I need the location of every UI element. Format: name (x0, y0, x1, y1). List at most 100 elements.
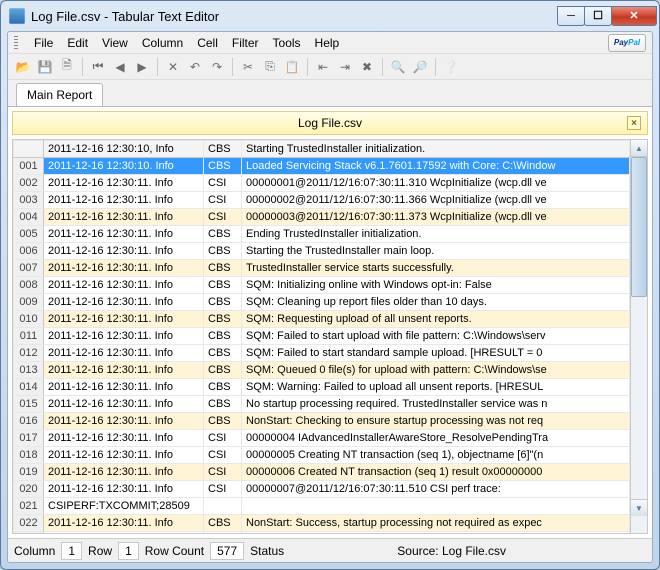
cell-timestamp[interactable]: 2011-12-16 12:30:11. Info (44, 532, 204, 534)
save-icon[interactable]: 💾 (36, 58, 54, 76)
cell-message[interactable]: 00000005 Creating NT transaction (seq 1)… (242, 447, 630, 464)
cell-timestamp[interactable]: CSIPERF:TXCOMMIT;28509 (44, 498, 204, 515)
cell-message[interactable]: Loaded Servicing Stack v6.1.7601.17592 w… (242, 158, 630, 175)
cell-source[interactable]: CSI (204, 447, 242, 464)
row-number[interactable]: 017 (14, 430, 44, 447)
cell-source[interactable]: CBS (204, 311, 242, 328)
cell-timestamp[interactable]: 2011-12-16 12:30:11. Info (44, 430, 204, 447)
cell-message[interactable]: 00000002@2011/12/16:07:30:11.366 WcpInit… (242, 192, 630, 209)
zoom-in-icon[interactable]: 🔍 (389, 58, 407, 76)
row-number[interactable]: 020 (14, 481, 44, 498)
row-number[interactable]: 012 (14, 345, 44, 362)
table-row[interactable]: 0042011-12-16 12:30:11. InfoCSI00000003@… (14, 209, 630, 226)
redo-icon[interactable]: ↷ (208, 58, 226, 76)
cell-source[interactable]: CBS (204, 243, 242, 260)
cell-timestamp[interactable]: 2011-12-16 12:30:11. Info (44, 413, 204, 430)
header-col-1[interactable]: 2011-12-16 12:30:10, Info (44, 141, 204, 158)
cell-source[interactable]: CBS (204, 396, 242, 413)
cell-source[interactable]: CSI (204, 464, 242, 481)
table-row[interactable]: 0072011-12-16 12:30:11. InfoCBSTrustedIn… (14, 260, 630, 277)
cell-source[interactable]: CBS (204, 328, 242, 345)
menu-cell[interactable]: Cell (197, 36, 218, 50)
cell-message[interactable]: SQM: Initializing online with Windows op… (242, 277, 630, 294)
col-del-icon[interactable]: ✖ (358, 58, 376, 76)
table-row[interactable]: 021CSIPERF:TXCOMMIT;28509 (14, 498, 630, 515)
cell-timestamp[interactable]: 2011-12-16 12:30:11. Info (44, 345, 204, 362)
close-button[interactable]: ✕ (611, 6, 657, 26)
cell-message[interactable]: 00000003@2011/12/16:07:30:11.373 WcpInit… (242, 209, 630, 226)
row-number[interactable]: 019 (14, 464, 44, 481)
table-row[interactable]: 0012011-12-16 12:30:10. InfoCBSLoaded Se… (14, 158, 630, 175)
cell-source[interactable]: CSI (204, 175, 242, 192)
cell-source[interactable]: CBS (204, 413, 242, 430)
cell-timestamp[interactable]: 2011-12-16 12:30:11. Info (44, 260, 204, 277)
cell-source[interactable]: CBS (204, 345, 242, 362)
row-number[interactable]: 018 (14, 447, 44, 464)
col-right-icon[interactable]: ⇥ (336, 58, 354, 76)
paypal-button[interactable]: PayPal (608, 34, 646, 52)
menu-view[interactable]: View (102, 36, 128, 50)
row-number[interactable]: 023 (14, 532, 44, 534)
save-all-icon[interactable]: 🗎 (58, 58, 76, 76)
cell-timestamp[interactable]: 2011-12-16 12:30:11. Info (44, 226, 204, 243)
cell-timestamp[interactable]: 2011-12-16 12:30:11. Info (44, 175, 204, 192)
cell-source[interactable]: CBS (204, 532, 242, 534)
cell-message[interactable]: SQM: Queued 0 file(s) for upload with pa… (242, 362, 630, 379)
cell-message[interactable]: Starting the TrustedInstaller main loop. (242, 243, 630, 260)
cell-source[interactable]: CBS (204, 515, 242, 532)
first-icon[interactable]: ⏮ (89, 58, 107, 76)
col-left-icon[interactable]: ⇤ (314, 58, 332, 76)
row-number[interactable]: 013 (14, 362, 44, 379)
cell-message[interactable]: 00000007@2011/12/16:07:30:11.510 CSI per… (242, 481, 630, 498)
row-number[interactable]: 005 (14, 226, 44, 243)
cell-source[interactable]: CBS (204, 379, 242, 396)
table-row[interactable]: 0232011-12-16 12:30:11. InfoCBSStartup p… (14, 532, 630, 534)
table-row[interactable]: 0202011-12-16 12:30:11. InfoCSI00000007@… (14, 481, 630, 498)
minimize-button[interactable]: ─ (557, 6, 585, 26)
prev-icon[interactable]: ◀ (111, 58, 129, 76)
vscroll-thumb[interactable] (631, 157, 647, 297)
row-number[interactable]: 001 (14, 158, 44, 175)
cell-timestamp[interactable]: 2011-12-16 12:30:11. Info (44, 328, 204, 345)
maximize-button[interactable]: ☐ (584, 6, 612, 26)
cell-message[interactable]: SQM: Warning: Failed to upload all unsen… (242, 379, 630, 396)
cell-timestamp[interactable]: 2011-12-16 12:30:11. Info (44, 277, 204, 294)
table-row[interactable]: 0182011-12-16 12:30:11. InfoCSI00000005 … (14, 447, 630, 464)
table-row[interactable]: 0132011-12-16 12:30:11. InfoCBSSQM: Queu… (14, 362, 630, 379)
cell-timestamp[interactable]: 2011-12-16 12:30:11. Info (44, 362, 204, 379)
vscroll-down[interactable]: ▼ (631, 499, 647, 516)
row-number[interactable]: 022 (14, 515, 44, 532)
row-number[interactable]: 011 (14, 328, 44, 345)
menu-tools[interactable]: Tools (273, 36, 301, 50)
cell-timestamp[interactable]: 2011-12-16 12:30:11. Info (44, 294, 204, 311)
cell-timestamp[interactable]: 2011-12-16 12:30:11. Info (44, 209, 204, 226)
row-number[interactable]: 007 (14, 260, 44, 277)
cell-timestamp[interactable]: 2011-12-16 12:30:11. Info (44, 396, 204, 413)
cell-timestamp[interactable]: 2011-12-16 12:30:11. Info (44, 515, 204, 532)
menu-file[interactable]: File (34, 36, 53, 50)
row-number[interactable]: 014 (14, 379, 44, 396)
table-row[interactable]: 0172011-12-16 12:30:11. InfoCSI00000004 … (14, 430, 630, 447)
table-row[interactable]: 0092011-12-16 12:30:11. InfoCBSSQM: Clea… (14, 294, 630, 311)
menu-edit[interactable]: Edit (67, 36, 88, 50)
table-row[interactable]: 0192011-12-16 12:30:11. InfoCSI00000006 … (14, 464, 630, 481)
table-row[interactable]: 0112011-12-16 12:30:11. InfoCBSSQM: Fail… (14, 328, 630, 345)
cell-timestamp[interactable]: 2011-12-16 12:30:11. Info (44, 447, 204, 464)
zoom-out-icon[interactable]: 🔎 (411, 58, 429, 76)
cell-timestamp[interactable]: 2011-12-16 12:30:11. Info (44, 481, 204, 498)
table-row[interactable]: 0122011-12-16 12:30:11. InfoCBSSQM: Fail… (14, 345, 630, 362)
cell-source[interactable]: CBS (204, 226, 242, 243)
row-number[interactable]: 010 (14, 311, 44, 328)
cell-message[interactable]: TrustedInstaller service starts successf… (242, 260, 630, 277)
cell-message[interactable]: SQM: Failed to start upload with file pa… (242, 328, 630, 345)
delete-icon[interactable]: ✕ (164, 58, 182, 76)
cell-timestamp[interactable]: 2011-12-16 12:30:10. Info (44, 158, 204, 175)
cell-message[interactable]: 00000001@2011/12/16:07:30:11.310 WcpInit… (242, 175, 630, 192)
cell-source[interactable]: CBS (204, 260, 242, 277)
vscroll-up[interactable]: ▲ (631, 140, 647, 157)
undo-icon[interactable]: ↶ (186, 58, 204, 76)
cell-source[interactable]: CSI (204, 481, 242, 498)
table-row[interactable]: 0162011-12-16 12:30:11. InfoCBSNonStart:… (14, 413, 630, 430)
cell-source[interactable]: CBS (204, 277, 242, 294)
cell-message[interactable]: 00000004 IAdvancedInstallerAwareStore_Re… (242, 430, 630, 447)
